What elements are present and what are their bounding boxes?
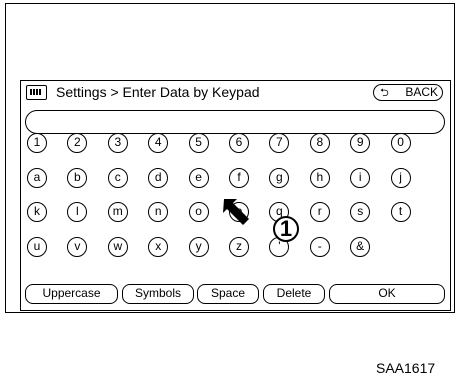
pointer-arrow-icon bbox=[223, 199, 249, 225]
figure-code: SAA1617 bbox=[376, 360, 436, 376]
callout-marker: 1 bbox=[273, 216, 299, 242]
keypad-screen: Settings > Enter Data by Keypad ⮌ BACK 1… bbox=[20, 80, 451, 311]
